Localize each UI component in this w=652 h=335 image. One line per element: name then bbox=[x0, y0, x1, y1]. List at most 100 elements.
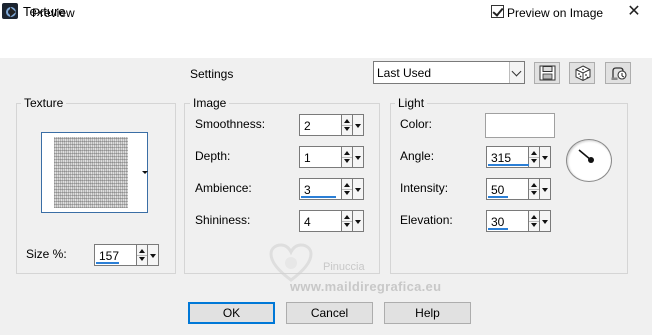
reset-icon bbox=[611, 67, 627, 80]
arrow-up-icon[interactable] bbox=[531, 215, 537, 219]
arrow-down-icon[interactable] bbox=[344, 159, 350, 163]
arrow-up-icon[interactable] bbox=[139, 249, 145, 253]
arrow-down-icon[interactable] bbox=[531, 191, 537, 195]
preset-select[interactable]: Last Used bbox=[373, 61, 525, 84]
save-preset-icon bbox=[539, 65, 556, 81]
preview-band bbox=[0, 50, 652, 58]
ambience-spin[interactable]: 3 bbox=[299, 178, 364, 200]
shininess-value: 4 bbox=[304, 215, 311, 229]
ambience-value: 3 bbox=[304, 183, 311, 197]
arrow-down-icon[interactable] bbox=[344, 223, 350, 227]
close-button[interactable]: ✕ bbox=[620, 0, 648, 24]
preset-select-value: Last Used bbox=[377, 66, 432, 80]
elevation-dropdown[interactable] bbox=[540, 210, 551, 232]
preview-bar bbox=[0, 24, 652, 50]
intensity-spinner[interactable] bbox=[529, 178, 540, 200]
intensity-dropdown[interactable] bbox=[540, 178, 551, 200]
smoothness-spinner[interactable] bbox=[342, 114, 353, 136]
angle-needle-icon bbox=[578, 149, 594, 163]
smoothness-spin[interactable]: 2 bbox=[299, 114, 364, 136]
preview-on-image-label[interactable]: Preview on Image bbox=[507, 6, 603, 20]
ambience-label: Ambience: bbox=[195, 181, 252, 195]
shininess-spinner[interactable] bbox=[342, 210, 353, 232]
angle-level-bar bbox=[488, 164, 529, 166]
elevation-field[interactable]: 30 bbox=[486, 210, 529, 232]
angle-dropdown[interactable] bbox=[540, 146, 551, 168]
shininess-dropdown[interactable] bbox=[353, 210, 364, 232]
cancel-button[interactable]: Cancel bbox=[286, 302, 373, 324]
arrow-down-icon[interactable] bbox=[531, 223, 537, 227]
arrow-up-icon[interactable] bbox=[531, 183, 537, 187]
reset-button[interactable] bbox=[605, 62, 631, 84]
arrow-down-icon[interactable] bbox=[344, 191, 350, 195]
size-field[interactable]: 157 bbox=[94, 244, 137, 266]
elevation-spinner[interactable] bbox=[529, 210, 540, 232]
texture-group-title: Texture bbox=[21, 96, 67, 110]
expand-arrow-icon[interactable] bbox=[10, 7, 16, 17]
randomize-button[interactable] bbox=[569, 62, 595, 84]
elevation-spin[interactable]: 30 bbox=[486, 210, 551, 232]
arrow-up-icon[interactable] bbox=[344, 183, 350, 187]
angle-spinner[interactable] bbox=[529, 146, 540, 168]
randomize-dice-icon bbox=[575, 65, 591, 82]
shininess-field[interactable]: 4 bbox=[299, 210, 342, 232]
watermark-name: Pinuccia bbox=[323, 261, 365, 273]
help-button[interactable]: Help bbox=[384, 302, 471, 324]
elevation-value: 30 bbox=[491, 215, 505, 229]
save-preset-button[interactable] bbox=[534, 62, 560, 84]
size-level-bar bbox=[96, 262, 119, 264]
texture-swatch[interactable] bbox=[41, 132, 148, 213]
arrow-down-icon[interactable] bbox=[344, 127, 350, 131]
smoothness-label: Smoothness: bbox=[195, 117, 266, 131]
elevation-label: Elevation: bbox=[400, 213, 453, 227]
ambience-dropdown[interactable] bbox=[353, 178, 364, 200]
watermark-heart-logo bbox=[269, 243, 313, 282]
depth-dropdown[interactable] bbox=[353, 146, 364, 168]
intensity-spin[interactable]: 50 bbox=[486, 178, 551, 200]
size-value: 157 bbox=[99, 249, 120, 263]
smoothness-value: 2 bbox=[304, 119, 311, 133]
image-group-title: Image bbox=[190, 96, 230, 110]
angle-value: 315 bbox=[491, 151, 512, 165]
light-group-title: Light bbox=[395, 96, 428, 110]
light-color-swatch[interactable] bbox=[485, 113, 555, 138]
intensity-level-bar bbox=[488, 196, 508, 198]
angle-spin[interactable]: 315 bbox=[486, 146, 551, 168]
depth-spinner[interactable] bbox=[342, 146, 353, 168]
shininess-spin[interactable]: 4 bbox=[299, 210, 364, 232]
arrow-up-icon[interactable] bbox=[344, 119, 350, 123]
arrow-up-icon[interactable] bbox=[344, 151, 350, 155]
depth-field[interactable]: 1 bbox=[299, 146, 342, 168]
angle-dial[interactable] bbox=[566, 139, 612, 182]
watermark-url: www.maildiregrafica.eu bbox=[290, 279, 442, 294]
texture-dropdown-icon[interactable] bbox=[142, 171, 148, 174]
size-dropdown[interactable] bbox=[148, 244, 159, 266]
angle-label: Angle: bbox=[400, 149, 435, 163]
preview-on-image-checkbox[interactable] bbox=[491, 5, 504, 18]
smoothness-field[interactable]: 2 bbox=[299, 114, 342, 136]
color-label: Color: bbox=[400, 117, 433, 131]
size-label: Size %: bbox=[26, 247, 67, 261]
depth-value: 1 bbox=[304, 151, 311, 165]
arrow-down-icon[interactable] bbox=[531, 159, 537, 163]
smoothness-dropdown[interactable] bbox=[353, 114, 364, 136]
intensity-field[interactable]: 50 bbox=[486, 178, 529, 200]
ok-button[interactable]: OK bbox=[188, 302, 275, 324]
size-spin[interactable]: 157 bbox=[94, 244, 159, 266]
arrow-up-icon[interactable] bbox=[531, 151, 537, 155]
depth-spin[interactable]: 1 bbox=[299, 146, 364, 168]
elevation-level-bar bbox=[488, 228, 508, 230]
preview-toggle-label[interactable]: Preview bbox=[32, 6, 75, 20]
texture-preview-image bbox=[54, 137, 128, 208]
size-spinner[interactable] bbox=[137, 244, 148, 266]
settings-label: Settings bbox=[190, 67, 234, 81]
ambience-spinner[interactable] bbox=[342, 178, 353, 200]
ambience-level-bar bbox=[301, 196, 336, 198]
chevron-down-icon[interactable] bbox=[509, 62, 524, 83]
arrow-up-icon[interactable] bbox=[344, 215, 350, 219]
ambience-field[interactable]: 3 bbox=[299, 178, 342, 200]
intensity-value: 50 bbox=[491, 183, 505, 197]
intensity-label: Intensity: bbox=[400, 181, 449, 195]
angle-field[interactable]: 315 bbox=[486, 146, 529, 168]
arrow-down-icon[interactable] bbox=[139, 257, 145, 261]
